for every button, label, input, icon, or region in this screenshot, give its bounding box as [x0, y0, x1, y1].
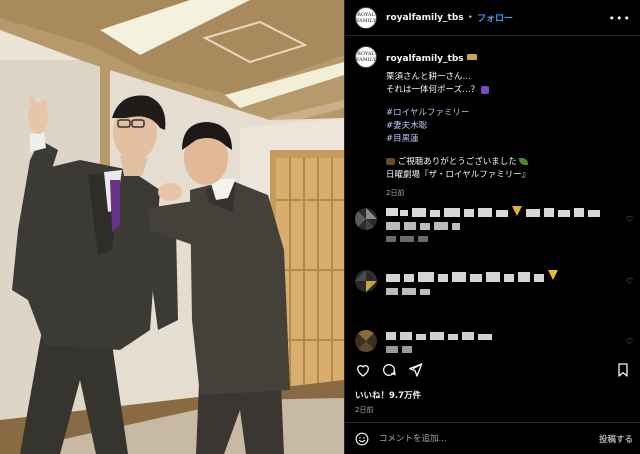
follow-button[interactable]: フォロー [477, 11, 513, 24]
post-timestamp: 2日前 [355, 406, 374, 414]
comment-icon[interactable] [381, 362, 397, 378]
caption-line-2: それは一体何ポーズ…？ [386, 84, 634, 97]
heart-icon[interactable] [355, 362, 371, 378]
blurred-avatar[interactable] [355, 270, 377, 292]
caption-program: 日曜劇場『ザ・ロイヤルファミリー』 [386, 170, 531, 180]
account-avatar[interactable]: ROYAL FAMILY [355, 6, 377, 29]
post-side-panel: ROYAL FAMILY royalfamily_tbs • フォロー ••• … [344, 0, 640, 454]
hashtag-link[interactable]: #妻夫木聡 [386, 120, 634, 133]
smiley-icon[interactable] [355, 432, 369, 446]
post-photo [0, 0, 344, 454]
separator-dot: • [467, 12, 473, 23]
more-horizontal-icon[interactable]: ••• [609, 12, 631, 25]
instagram-post-modal: ROYAL FAMILY royalfamily_tbs • フォロー ••• … [0, 0, 640, 454]
caption-avatar[interactable]: ROYAL FAMILY [355, 46, 377, 68]
avatar-logo-text: ROYAL FAMILY [355, 11, 377, 24]
comment-like-heart-icon[interactable]: ♡ [626, 215, 633, 224]
caption-avatar-text: ROYAL FAMILY [355, 51, 377, 63]
hashtag-link[interactable]: #ロイヤルファミリー [386, 107, 634, 120]
caption-thanks-text: ご視聴ありがとうございました [397, 157, 517, 167]
action-bar [355, 362, 631, 382]
caption-username[interactable]: royalfamily_tbs [386, 54, 464, 64]
caption-line-1: 栗須さんと耕一さん… [386, 72, 472, 82]
caption-line-2-text: それは一体何ポーズ…？ [386, 85, 480, 95]
leaf-emoji-icon [519, 158, 529, 165]
comment-input[interactable] [379, 433, 589, 444]
emoji-icon [481, 85, 490, 94]
blurred-avatar[interactable] [355, 208, 377, 230]
bookmark-icon[interactable] [615, 362, 631, 378]
blurred-comment-text [386, 270, 558, 295]
caption-timestamp: 2日前 [386, 189, 405, 197]
trumpet-emoji-icon [466, 53, 477, 60]
comment-like-heart-icon[interactable]: ♡ [626, 337, 633, 346]
comment-like-heart-icon[interactable]: ♡ [626, 277, 633, 286]
hashtag-link[interactable]: #目黒蓮 [386, 133, 634, 146]
post-caption: ROYAL FAMILY royalfamily_tbs 栗須さんと耕一さん… … [355, 46, 635, 198]
likes-count[interactable]: いいね！9.7万件 [355, 389, 421, 401]
post-header: ROYAL FAMILY royalfamily_tbs • フォロー ••• [345, 0, 640, 36]
comment-item: ♡ [355, 268, 635, 312]
comment-item: ♡ [355, 206, 635, 250]
post-comment-button[interactable]: 投稿する [599, 433, 633, 445]
add-comment-bar: 投稿する [345, 422, 640, 454]
header-username[interactable]: royalfamily_tbs [386, 13, 464, 23]
photo-illustration [0, 0, 344, 454]
caption-thanks: ご視聴ありがとうございました [386, 156, 634, 169]
horse-emoji-icon [386, 158, 395, 165]
send-icon[interactable] [407, 362, 423, 378]
blurred-avatar[interactable] [355, 330, 377, 352]
blurred-comment-text [386, 206, 600, 242]
